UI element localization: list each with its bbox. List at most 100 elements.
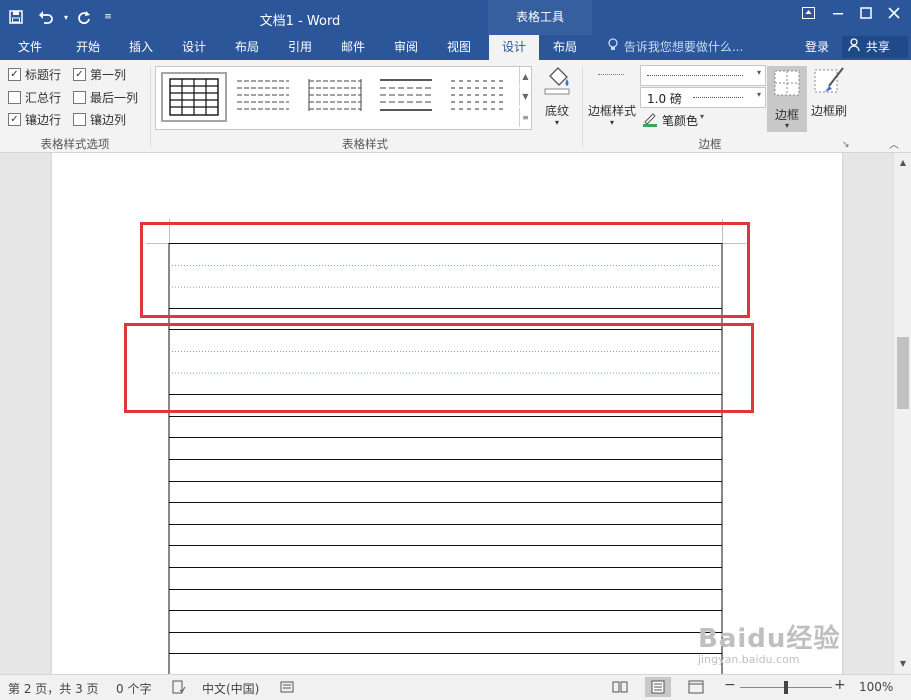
pen-style-dropdown[interactable]: ▾: [640, 65, 766, 86]
scroll-down-icon[interactable]: ▼: [894, 656, 911, 672]
pen-weight-value: 1.0 磅: [647, 92, 682, 106]
web-layout-icon[interactable]: [688, 680, 704, 697]
checkbox-first-column[interactable]: ✓ 第一列: [73, 66, 126, 82]
person-icon: [848, 36, 862, 58]
sign-in-link[interactable]: 登录: [805, 35, 829, 60]
checkbox-box: ✓: [73, 67, 86, 81]
tab-mailings[interactable]: 邮件: [331, 35, 375, 60]
tab-references[interactable]: 引用: [278, 35, 322, 60]
tell-me-text: 告诉我您想要做什么...: [623, 40, 744, 54]
page-count[interactable]: 第 2 页，共 3 页: [8, 680, 99, 697]
zoom-in-button[interactable]: +: [834, 677, 846, 693]
watermark-logo: Baidu经验: [698, 624, 841, 654]
dialog-launcher-icon[interactable]: ↘: [842, 140, 850, 150]
tab-insert[interactable]: 插入: [119, 35, 163, 60]
checkbox-label: 标题行: [25, 67, 62, 82]
minimize-icon[interactable]: [828, 6, 848, 26]
group-label-borders: 边框: [698, 137, 722, 151]
tell-me-search[interactable]: 告诉我您想要做什么...: [608, 35, 743, 60]
checkbox-last-column[interactable]: 最后一列: [73, 89, 138, 105]
pen-style-preview: [647, 75, 743, 76]
ribbon-tabs: 文件 开始 插入 设计 布局 引用 邮件 审阅 视图 设计 布局 告诉我您想要做…: [0, 35, 911, 60]
checkbox-banded-rows[interactable]: ✓ 镶边行: [8, 111, 61, 127]
share-label: 共享: [865, 40, 890, 54]
gallery-more-icon[interactable]: ≡: [519, 108, 531, 127]
table-style-dashed-3[interactable]: [375, 72, 437, 118]
zoom-slider-thumb[interactable]: [784, 681, 788, 694]
watermark: Baidu经验 jingyan.baidu.com: [698, 618, 840, 666]
print-layout-icon[interactable]: [645, 677, 671, 697]
ribbon: ✓ 标题行 ✓ 第一列 汇总行 最后一列 ✓ 镶边行 镶边列 表格样式选项 ▲ …: [0, 60, 911, 153]
share-button[interactable]: 共享: [842, 36, 908, 58]
border-styles-dropdown-icon: ▾: [609, 118, 614, 127]
highlight-box-top: [140, 222, 750, 318]
zoom-out-button[interactable]: −: [724, 677, 736, 693]
table-style-dashed-2[interactable]: [304, 72, 366, 118]
checkbox-box: [73, 112, 86, 126]
status-bar: 第 2 页，共 3 页 0 个字 中文(中国) − + 100%: [0, 674, 911, 700]
tab-table-layout[interactable]: 布局: [543, 35, 587, 60]
chevron-down-icon: ▾: [756, 68, 761, 77]
ribbon-display-icon[interactable]: [798, 6, 818, 26]
shading-dropdown-icon: ▾: [554, 118, 559, 127]
group-label-table-styles: 表格样式: [342, 137, 388, 151]
shading-button[interactable]: 底纹 ▾: [538, 64, 576, 132]
zoom-slider[interactable]: [740, 681, 832, 694]
tab-layout[interactable]: 布局: [225, 35, 269, 60]
table-style-grid[interactable]: [161, 72, 227, 122]
proofing-icon[interactable]: [172, 680, 186, 697]
word-count[interactable]: 0 个字: [116, 680, 151, 697]
read-mode-icon[interactable]: [612, 680, 628, 697]
gallery-scroll-down-icon[interactable]: ▼: [519, 87, 531, 106]
vertical-scrollbar[interactable]: ▲ ▼: [893, 153, 911, 674]
table-styles-gallery[interactable]: ▲ ▼ ≡: [155, 66, 532, 130]
borders-dropdown-icon: ▾: [784, 121, 789, 130]
checkbox-total-row[interactable]: 汇总行: [8, 89, 61, 105]
scroll-up-icon[interactable]: ▲: [894, 155, 911, 171]
highlight-box-bottom: [124, 323, 754, 413]
tab-view[interactable]: 视图: [437, 35, 481, 60]
tab-review[interactable]: 审阅: [384, 35, 428, 60]
border-styles-label: 边框样式: [587, 104, 636, 118]
macro-icon[interactable]: [280, 680, 294, 697]
title-bar: ▾ ≡ 文档1 - Word 表格工具: [0, 0, 911, 35]
checkbox-box: [73, 90, 86, 104]
scroll-thumb[interactable]: [897, 337, 909, 409]
border-painter-label: 边框刷: [810, 104, 847, 118]
collapse-ribbon-icon[interactable]: ︿: [889, 136, 899, 151]
tab-file[interactable]: 文件: [8, 35, 52, 60]
zoom-level[interactable]: 100%: [859, 680, 893, 694]
group-label-style-options: 表格样式选项: [40, 137, 110, 151]
maximize-icon[interactable]: [856, 6, 876, 26]
context-tab-header: 表格工具: [488, 0, 592, 35]
border-styles-button[interactable]: 边框样式 ▾: [586, 64, 638, 132]
close-icon[interactable]: [884, 6, 904, 26]
table-style-dashed-1[interactable]: [232, 72, 294, 118]
border-painter-button[interactable]: 边框刷: [809, 64, 849, 130]
checkbox-box: ✓: [8, 67, 21, 81]
borders-button[interactable]: 边框 ▾: [767, 66, 807, 132]
lightbulb-icon: [608, 35, 620, 59]
language-indicator[interactable]: 中文(中国): [202, 680, 259, 697]
gallery-scroll-up-icon[interactable]: ▲: [519, 67, 531, 86]
checkbox-box: ✓: [8, 112, 21, 126]
checkbox-banded-columns[interactable]: 镶边列: [73, 111, 126, 127]
checkbox-box: [8, 90, 21, 104]
chevron-down-icon: ▾: [756, 90, 761, 99]
tab-table-design[interactable]: 设计: [489, 35, 539, 60]
tab-home[interactable]: 开始: [66, 35, 110, 60]
shading-label: 底纹: [544, 104, 569, 118]
checkbox-label: 汇总行: [25, 90, 62, 105]
pen-color-icon: [642, 111, 658, 130]
border-style-preview: [598, 74, 624, 75]
pen-weight-preview: [693, 97, 743, 98]
pen-weight-dropdown[interactable]: 1.0 磅 ▾: [640, 87, 766, 108]
checkbox-header-row[interactable]: ✓ 标题行: [8, 66, 61, 82]
checkbox-label: 最后一列: [90, 90, 139, 105]
chevron-down-icon: ▾: [700, 112, 705, 121]
pen-color-label: 笔颜色: [662, 114, 699, 128]
tab-design[interactable]: 设计: [172, 35, 216, 60]
pen-color-button[interactable]: 笔颜色 ▾: [640, 110, 760, 130]
table-style-dashed-4[interactable]: [446, 72, 508, 118]
borders-icon: [773, 69, 801, 100]
